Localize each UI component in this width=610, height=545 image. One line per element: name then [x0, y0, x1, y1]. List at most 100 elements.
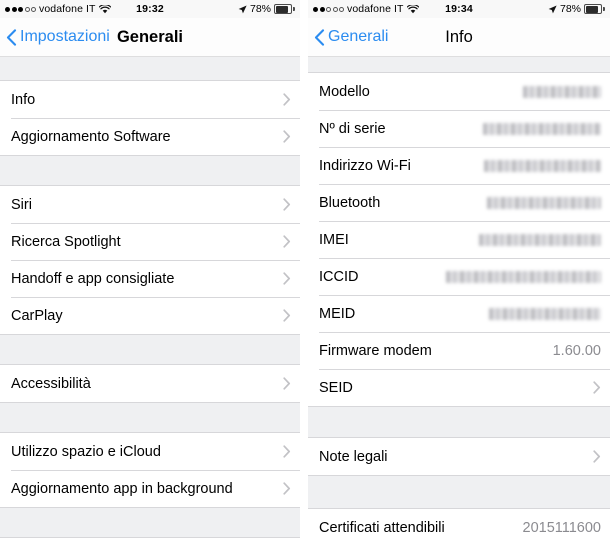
list-item-label: Handoff e app consigliate	[11, 270, 175, 287]
list-item[interactable]: IMEI	[308, 221, 610, 258]
battery-percent-label: 78%	[249, 3, 271, 15]
settings-group: Info Aggiornamento Software	[0, 80, 300, 156]
list-item[interactable]: Firmware modem 1.60.00	[308, 332, 610, 369]
settings-group: Siri Ricerca Spotlight Handoff e app consi…	[0, 185, 300, 335]
list-item-accessory	[283, 130, 291, 143]
list-item[interactable]: Siri	[0, 186, 300, 223]
list-item[interactable]: CarPlay	[0, 297, 300, 334]
list-item-label: Bluetooth	[319, 194, 381, 211]
settings-group: Accessibilità	[0, 364, 300, 403]
list-item-label: Ricerca Spotlight	[11, 233, 121, 250]
chevron-right-icon	[593, 381, 601, 394]
list-item-label: Indirizzo Wi-Fi	[319, 157, 411, 174]
list-item[interactable]: Bluetooth	[308, 184, 610, 221]
list-item-accessory	[283, 198, 291, 211]
right-info-list[interactable]: Modello Nº di serie Indirizzo Wi-Fi Bluetoo…	[308, 57, 610, 545]
back-button-label: Impostazioni	[20, 28, 110, 45]
list-item[interactable]: Nº di serie	[308, 110, 610, 147]
list-item[interactable]: SEID	[308, 369, 610, 406]
chevron-right-icon	[283, 130, 291, 143]
list-item[interactable]: Modello	[308, 73, 610, 110]
settings-group: Blocco automatico2 minuti	[0, 537, 300, 545]
back-button-generali[interactable]: Generali	[308, 28, 388, 46]
redacted-value	[489, 307, 601, 320]
chevron-right-icon	[283, 445, 291, 458]
list-item-label: IMEI	[319, 231, 349, 248]
left-nav-bar: Impostazioni Generali	[0, 18, 300, 57]
list-item-accessory	[479, 233, 601, 246]
list-item-label: Certificati attendibili	[319, 519, 445, 536]
chevron-right-icon	[593, 450, 601, 463]
list-item[interactable]: Ricerca Spotlight	[0, 223, 300, 260]
chevron-right-icon	[283, 482, 291, 495]
chevron-right-icon	[283, 198, 291, 211]
list-item-accessory	[484, 159, 601, 172]
list-item[interactable]: MEID	[308, 295, 610, 332]
list-item[interactable]: Info	[0, 81, 300, 118]
back-button-label: Generali	[328, 28, 389, 45]
list-item-accessory: 2015111600	[523, 520, 602, 536]
battery-icon	[584, 4, 605, 14]
section-gap	[0, 403, 300, 432]
redacted-value	[446, 270, 601, 283]
list-item-accessory	[523, 85, 601, 98]
section-gap	[308, 476, 610, 508]
list-item[interactable]: Handoff e app consigliate	[0, 260, 300, 297]
info-group: Note legali	[308, 437, 610, 476]
list-item-value: 1.60.00	[552, 342, 601, 359]
list-item-label: Modello	[319, 83, 370, 100]
list-item[interactable]: Aggiornamento Software	[0, 118, 300, 155]
list-item[interactable]: Blocco automatico2 minuti	[0, 538, 300, 545]
info-group: Modello Nº di serie Indirizzo Wi-Fi Bluetoo…	[308, 72, 610, 407]
list-item-accessory: 1.60.00	[553, 343, 601, 359]
list-item[interactable]: Aggiornamento app in background	[0, 470, 300, 507]
list-item-accessory	[283, 377, 291, 390]
redacted-value	[484, 159, 601, 172]
section-gap	[308, 57, 610, 72]
section-gap	[308, 407, 610, 437]
list-item-label: Aggiornamento app in background	[11, 480, 233, 497]
redacted-value	[479, 233, 601, 246]
redacted-value	[487, 196, 601, 209]
list-item-accessory	[283, 272, 291, 285]
list-item-label: Nº di serie	[319, 120, 386, 137]
left-status-right-area: 78%	[238, 3, 295, 15]
section-gap	[0, 156, 300, 185]
list-item-label: ICCID	[319, 268, 359, 285]
list-item[interactable]: Certificati attendibili 2015111600	[308, 509, 610, 545]
section-gap	[0, 508, 300, 537]
list-item-label: Utilizzo spazio e iCloud	[11, 443, 161, 460]
list-item-accessory	[283, 482, 291, 495]
list-item-label: CarPlay	[11, 307, 63, 324]
right-nav-bar: Generali Info	[308, 18, 610, 57]
list-item[interactable]: Note legali	[308, 438, 610, 475]
location-arrow-icon	[238, 5, 247, 14]
redacted-value	[483, 122, 601, 135]
list-item[interactable]: ICCID	[308, 258, 610, 295]
list-item-label: Info	[11, 91, 36, 108]
right-status-bar: vodafone IT 19:34 78%	[308, 0, 610, 18]
list-item[interactable]: Indirizzo Wi-Fi	[308, 147, 610, 184]
list-item-value: 2015111600	[522, 519, 602, 536]
list-item-label: MEID	[319, 305, 356, 322]
left-settings-list[interactable]: Info Aggiornamento Software Siri Ricerca Sp…	[0, 57, 300, 545]
list-item[interactable]: Accessibilità	[0, 365, 300, 402]
list-item-accessory	[283, 93, 291, 106]
battery-icon	[274, 4, 295, 14]
chevron-right-icon	[283, 93, 291, 106]
list-item-accessory	[446, 270, 601, 283]
list-item-label: SEID	[319, 379, 353, 396]
redacted-value	[523, 85, 601, 98]
list-item-accessory	[283, 309, 291, 322]
list-item-accessory	[487, 196, 601, 209]
back-button-impostazioni[interactable]: Impostazioni	[0, 28, 110, 46]
list-item-accessory	[489, 307, 601, 320]
left-phone-screen: vodafone IT 19:32 78% Impostazioni Gener…	[0, 0, 300, 545]
chevron-right-icon	[283, 309, 291, 322]
dual-screenshot-container: vodafone IT 19:32 78% Impostazioni Gener…	[0, 0, 610, 545]
right-status-right-area: 78%	[548, 3, 605, 15]
list-item-label: Aggiornamento Software	[11, 128, 171, 145]
section-gap	[0, 335, 300, 364]
list-item[interactable]: Utilizzo spazio e iCloud	[0, 433, 300, 470]
list-item-label: Note legali	[319, 448, 388, 465]
